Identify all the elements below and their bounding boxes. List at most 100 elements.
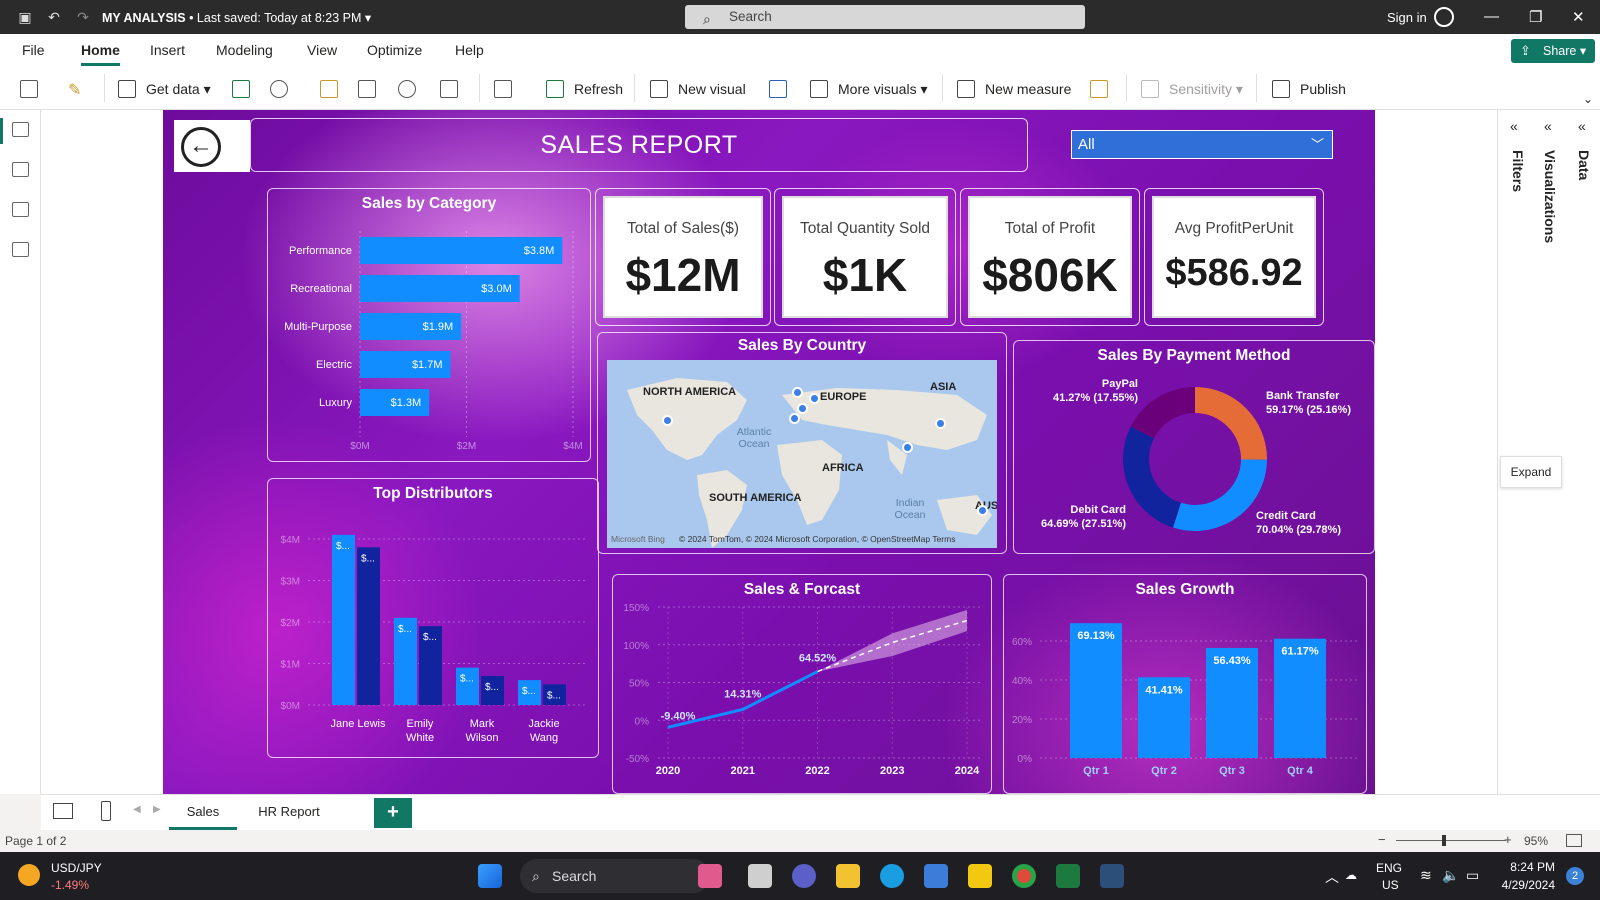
page-tab-hr-report[interactable]: HR Report — [241, 795, 337, 830]
recent-sources-icon[interactable] — [398, 80, 416, 98]
map-bubble[interactable] — [797, 403, 808, 414]
tab-file[interactable]: File — [22, 42, 45, 58]
kpi-total-sales[interactable]: Total of Sales($) $12M — [603, 196, 763, 318]
redo-icon[interactable]: ↷ — [74, 8, 92, 26]
sales-by-category-panel[interactable]: Sales by Category $0M $2M $4M Performance $3… — [267, 188, 591, 462]
filter-slicer[interactable]: All ﹀ — [1071, 130, 1333, 159]
sql-icon[interactable] — [320, 80, 338, 98]
collapse-data-icon[interactable]: « — [1578, 118, 1586, 134]
text-box-icon[interactable] — [769, 80, 787, 98]
zoom-in-button[interactable]: + — [1504, 832, 1512, 847]
save-icon[interactable]: ▣ — [16, 8, 34, 26]
edge-icon[interactable] — [880, 864, 904, 888]
map-bubble[interactable] — [792, 387, 803, 398]
zoom-level[interactable]: 95% — [1524, 834, 1548, 848]
publish-button[interactable]: Publish — [1272, 78, 1346, 100]
zoom-out-button[interactable]: − — [1378, 832, 1386, 847]
top-distributors-panel[interactable]: Top Distributors $0M $1M $2M $3M $4M $... $...… — [267, 478, 599, 758]
table-view-icon[interactable] — [12, 162, 29, 177]
avatar[interactable] — [1434, 7, 1454, 27]
visualizations-pane-label[interactable]: Visualizations — [1542, 150, 1558, 243]
new-visual-button[interactable]: New visual — [650, 78, 746, 100]
map-bubble[interactable] — [662, 415, 673, 426]
tab-insert[interactable]: Insert — [150, 42, 185, 58]
paste-icon[interactable] — [20, 80, 38, 98]
wifi-icon[interactable]: ≋ — [1420, 867, 1432, 884]
new-measure-button[interactable]: New measure — [957, 78, 1071, 100]
map-bubble[interactable] — [902, 442, 913, 453]
zoom-slider-handle[interactable] — [1442, 835, 1446, 846]
map-bubble[interactable] — [809, 393, 820, 404]
collapse-visualizations-icon[interactable]: « — [1544, 118, 1552, 134]
prev-page-icon[interactable]: ◀ — [133, 804, 141, 815]
filters-pane-label[interactable]: Filters — [1510, 150, 1526, 192]
windows-start-icon[interactable] — [478, 864, 502, 888]
kpi-avg-profit[interactable]: Avg ProfitPerUnit $586.92 — [1152, 196, 1316, 318]
data-pane-label[interactable]: Data — [1576, 150, 1592, 180]
refresh-button[interactable]: Refresh — [546, 78, 623, 100]
store-icon[interactable] — [924, 864, 948, 888]
chrome-icon[interactable] — [1012, 864, 1036, 888]
sales-forecast-panel[interactable]: Sales & Forcast -50% 0% 50% 100% 150% 2020 202… — [612, 574, 992, 794]
kpi-total-quantity[interactable]: Total Quantity Sold $1K — [782, 196, 948, 318]
tab-modeling[interactable]: Modeling — [216, 42, 273, 58]
enter-data-icon[interactable] — [358, 80, 376, 98]
show-hidden-icons[interactable]: ︿ — [1325, 867, 1339, 887]
zoom-slider[interactable] — [1396, 840, 1506, 841]
collapse-ribbon-icon[interactable]: ⌄ — [1583, 92, 1593, 106]
tab-help[interactable]: Help — [455, 42, 484, 58]
language-indicator[interactable]: ENG — [1376, 861, 1402, 875]
more-visuals-button[interactable]: More visuals ▾ — [810, 78, 928, 100]
widgets-icon[interactable] — [698, 864, 722, 888]
back-button[interactable]: ← — [174, 120, 250, 172]
excel-icon[interactable] — [232, 80, 250, 98]
tab-home[interactable]: Home — [81, 42, 120, 66]
payment-method-panel[interactable]: Sales By Payment Method Bank Transfer 59.… — [1013, 340, 1375, 554]
clock-date[interactable]: 4/29/2024 — [1488, 878, 1555, 892]
add-page-button[interactable]: + — [374, 798, 412, 828]
search-input[interactable]: ⌕ Search — [685, 5, 1085, 29]
mobile-layout-icon[interactable] — [101, 801, 111, 821]
desktop-layout-icon[interactable] — [53, 803, 73, 819]
collapse-filters-icon[interactable]: « — [1510, 118, 1518, 134]
weather-icon[interactable] — [18, 864, 40, 886]
snipping-tool-icon[interactable] — [1100, 864, 1124, 888]
sales-growth-panel[interactable]: Sales Growth 0% 20% 40% 60% 69.13% Qtr 1 41.41… — [1003, 574, 1367, 794]
transform-data-icon[interactable] — [440, 80, 458, 98]
maximize-icon[interactable]: ❐ — [1529, 8, 1542, 26]
map-bubble[interactable] — [977, 505, 988, 516]
task-view-icon[interactable] — [748, 864, 772, 888]
excel-taskbar-icon[interactable] — [1056, 864, 1080, 888]
page-tab-sales[interactable]: Sales — [169, 795, 237, 830]
quick-measure-icon[interactable] — [1090, 80, 1108, 98]
battery-icon[interactable]: ▭ — [1466, 867, 1479, 884]
onedrive-icon[interactable]: ☁ — [1345, 868, 1357, 882]
map-bubble[interactable] — [935, 418, 946, 429]
power-bi-icon[interactable] — [968, 864, 992, 888]
file-explorer-icon[interactable] — [836, 864, 860, 888]
volume-icon[interactable]: 🔈 — [1442, 867, 1459, 884]
document-title[interactable]: MY ANALYSIS • Last saved: Today at 8:23 … — [102, 10, 371, 25]
fit-to-page-icon[interactable] — [1566, 834, 1582, 847]
get-data-button[interactable]: Get data ▾ — [118, 78, 211, 100]
teams-icon[interactable] — [792, 864, 816, 888]
transform-icon[interactable] — [494, 80, 512, 98]
format-painter-icon[interactable]: ✎ — [68, 80, 86, 99]
map-bubble[interactable] — [789, 413, 800, 424]
sign-in-link[interactable]: Sign in — [1387, 10, 1427, 25]
dax-query-icon[interactable] — [12, 242, 29, 257]
dataverse-icon[interactable] — [270, 80, 288, 98]
notification-badge[interactable]: 2 — [1566, 867, 1584, 885]
world-map[interactable]: NORTH AMERICA EUROPE ASIA AFRICA SOUTH A… — [607, 360, 997, 548]
clock-time[interactable]: 8:24 PM — [1497, 860, 1555, 874]
share-button[interactable]: ⇪ Share ▾ — [1511, 39, 1595, 63]
ticker-symbol[interactable]: USD/JPY — [51, 861, 102, 875]
tab-view[interactable]: View — [307, 42, 337, 58]
sensitivity-button[interactable]: Sensitivity ▾ — [1141, 78, 1243, 100]
tab-optimize[interactable]: Optimize — [367, 42, 422, 58]
kpi-total-profit[interactable]: Total of Profit $806K — [968, 196, 1132, 318]
undo-icon[interactable]: ↶ — [45, 8, 63, 26]
model-view-icon[interactable] — [12, 202, 29, 217]
report-view-icon[interactable] — [12, 122, 29, 137]
minimize-icon[interactable]: — — [1484, 8, 1499, 25]
